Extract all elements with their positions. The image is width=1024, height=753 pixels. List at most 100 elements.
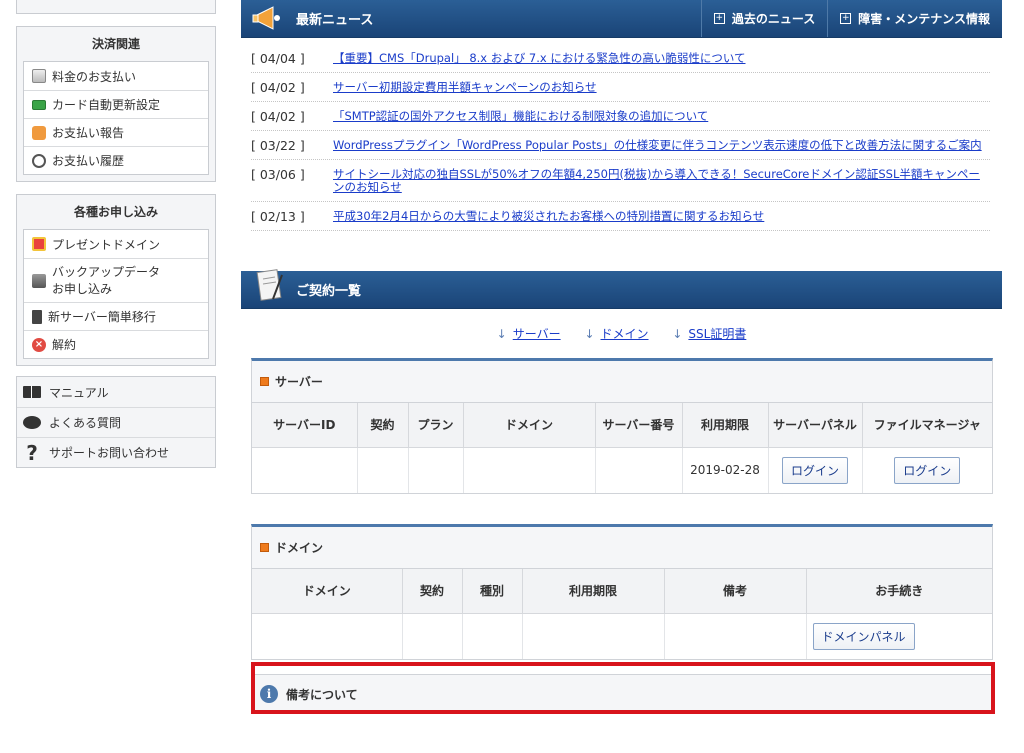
cell-domain — [252, 613, 403, 659]
sidebar-link-support[interactable]: ? サポートお問い合わせ — [17, 437, 215, 467]
col-domain: ドメイン — [463, 403, 596, 448]
news-date: [ 04/02 ] — [251, 109, 305, 124]
server-table: サーバーID 契約 プラン ドメイン サーバー番号 利用期限 サーバーパネル フ… — [252, 403, 992, 493]
col-contract: 契約 — [357, 403, 409, 448]
col-type: 種別 — [462, 569, 523, 614]
highlight-box — [251, 662, 995, 714]
news-header: 最新ニュース + 過去のニュース + 障害・メンテナンス情報 — [241, 0, 1002, 38]
question-mark-icon: ? — [26, 440, 38, 465]
cell-plan — [408, 447, 464, 493]
sidebar-item-label: 新サーバー簡単移行 — [48, 310, 156, 324]
plus-box-icon: + — [713, 13, 725, 24]
anchor-domain[interactable]: ↓ ドメイン — [584, 325, 648, 342]
sidebar-item-present-domain[interactable]: プレゼントドメイン — [24, 230, 208, 258]
payment-menu: 料金のお支払い カード自動更新設定 お支払い報告 お支払い履歴 — [23, 61, 209, 175]
speech-bubble-icon — [23, 416, 41, 429]
cancel-icon: × — [32, 337, 46, 352]
domain-section: ドメイン ドメイン 契約 種別 利用期限 備考 お手続き ドメインパネル — [251, 524, 993, 660]
col-file-manager: ファイルマネージャ — [862, 403, 992, 448]
past-news-link[interactable]: + 過去のニュース — [700, 0, 827, 37]
sidebar-item-card-renewal[interactable]: カード自動更新設定 — [24, 90, 208, 118]
sidebar-item-label: お支払い報告 — [52, 126, 125, 140]
news-item: [ 04/02 ] 「SMTP認証の国外アクセス制限」機能における制限対象の追加… — [251, 102, 990, 131]
server-icon — [32, 309, 42, 324]
news-date: [ 04/04 ] — [251, 51, 305, 66]
table-row: ドメインパネル — [252, 613, 992, 659]
cell-server-panel: ログイン — [768, 447, 863, 493]
backup-icon — [32, 273, 46, 288]
col-contract: 契約 — [402, 569, 463, 614]
sidebar-item-server-migration[interactable]: 新サーバー簡単移行 — [24, 302, 208, 330]
applications-box-title: 各種お申し込み — [73, 205, 158, 219]
news-link[interactable]: WordPressプラグイン「WordPress Popular Posts」の… — [333, 139, 982, 152]
news-item: [ 02/13 ] 平成30年2月4日からの大雪により被災されたお客様への特別措… — [251, 202, 990, 231]
news-date: [ 04/02 ] — [251, 80, 305, 95]
book-icon — [23, 386, 41, 398]
sidebar-item-payment-history[interactable]: お支払い履歴 — [24, 146, 208, 174]
arrow-down-icon: ↓ — [672, 327, 683, 341]
col-procedures: お手続き — [806, 569, 992, 614]
cell-server-id — [252, 447, 358, 493]
cell-type — [462, 613, 523, 659]
cell-file-manager: ログイン — [862, 447, 992, 493]
table-header-row: ドメイン 契約 種別 利用期限 備考 お手続き — [252, 569, 992, 614]
main-content: 最新ニュース + 過去のニュース + 障害・メンテナンス情報 [ 04/04 ]… — [241, 0, 1002, 714]
anchor-label: サーバー — [512, 327, 561, 341]
news-item: [ 03/22 ] WordPressプラグイン「WordPress Popul… — [251, 131, 990, 160]
cell-expiry — [522, 613, 665, 659]
sidebar-item-label: プレゼントドメイン — [52, 237, 161, 252]
table-row: 2019-02-28 ログイン ログイン — [252, 447, 992, 493]
sidebar-link-label: よくある質問 — [49, 416, 122, 430]
news-link[interactable]: サイトシール対応の独自SSLが50%オフの年額4,250円(税抜)から導入できる… — [333, 168, 990, 194]
news-title: 最新ニュース — [296, 13, 374, 28]
section-marker-icon — [260, 377, 269, 386]
domain-panel-button[interactable]: ドメインパネル — [812, 622, 915, 650]
sidebar-item-label: 解約 — [52, 338, 77, 352]
news-item: [ 04/04 ] 【重要】CMS「Drupal」 8.x および 7.x にお… — [251, 44, 990, 73]
news-date: [ 02/13 ] — [251, 209, 305, 224]
cell-procedures: ドメインパネル — [806, 613, 992, 659]
sidebar-item-label: お支払い履歴 — [52, 154, 125, 168]
gift-icon — [32, 237, 46, 251]
anchor-ssl[interactable]: ↓ SSL証明書 — [672, 325, 746, 342]
contracts-header: ご契約一覧 — [241, 269, 1002, 309]
news-date: [ 03/06 ] — [251, 167, 305, 182]
server-section-title: サーバー — [252, 361, 992, 403]
sidebar-item-backup[interactable]: バックアップデータ お申し込み — [24, 258, 208, 302]
report-icon — [32, 125, 46, 140]
invoice-icon — [32, 69, 46, 83]
credit-card-icon — [32, 99, 46, 110]
news-link[interactable]: サーバー初期設定費用半額キャンペーンのお知らせ — [333, 81, 597, 94]
news-link[interactable]: 平成30年2月4日からの大雪により被災されたお客様への特別措置に関するお知らせ — [333, 210, 764, 223]
col-domain: ドメイン — [252, 569, 403, 614]
cell-remarks — [664, 613, 807, 659]
col-server-panel: サーバーパネル — [768, 403, 863, 448]
sidebar-item-label: カード自動更新設定 — [52, 98, 161, 112]
sidebar-link-manual[interactable]: マニュアル — [17, 377, 215, 407]
maintenance-info-label: 障害・メンテナンス情報 — [858, 12, 990, 26]
sidebar-item-payment-report[interactable]: お支払い報告 — [24, 118, 208, 146]
anchor-label: ドメイン — [600, 327, 649, 341]
sidebar-link-label: サポートお問い合わせ — [49, 446, 170, 460]
news-item: [ 03/06 ] サイトシール対応の独自SSLが50%オフの年額4,250円(… — [251, 160, 990, 202]
contracts-title: ご契約一覧 — [296, 284, 362, 299]
maintenance-info-link[interactable]: + 障害・メンテナンス情報 — [827, 0, 1002, 37]
arrow-down-icon: ↓ — [496, 327, 507, 341]
news-link[interactable]: 【重要】CMS「Drupal」 8.x および 7.x における緊急性の高い脆弱… — [333, 52, 746, 65]
news-header-links: + 過去のニュース + 障害・メンテナンス情報 — [700, 0, 1002, 37]
contract-anchor-links: ↓ サーバー ↓ ドメイン ↓ SSL証明書 — [241, 325, 1002, 342]
cell-contract — [402, 613, 463, 659]
cell-domain — [463, 447, 596, 493]
server-panel-login-button[interactable]: ログイン — [781, 456, 848, 484]
plus-box-icon: + — [840, 13, 852, 24]
anchor-server[interactable]: ↓ サーバー — [497, 325, 561, 342]
sidebar-link-faq[interactable]: よくある質問 — [17, 407, 215, 437]
help-links: マニュアル よくある質問 ? サポートお問い合わせ — [16, 376, 216, 468]
news-link[interactable]: 「SMTP認証の国外アクセス制限」機能における制限対象の追加について — [333, 110, 708, 123]
sidebar-top-box — [16, 0, 216, 14]
table-header-row: サーバーID 契約 プラン ドメイン サーバー番号 利用期限 サーバーパネル フ… — [252, 403, 992, 448]
sidebar-item-payment[interactable]: 料金のお支払い — [24, 62, 208, 90]
sidebar-item-cancel[interactable]: × 解約 — [24, 330, 208, 358]
file-manager-login-button[interactable]: ログイン — [894, 456, 961, 484]
col-remarks: 備考 — [664, 569, 807, 614]
